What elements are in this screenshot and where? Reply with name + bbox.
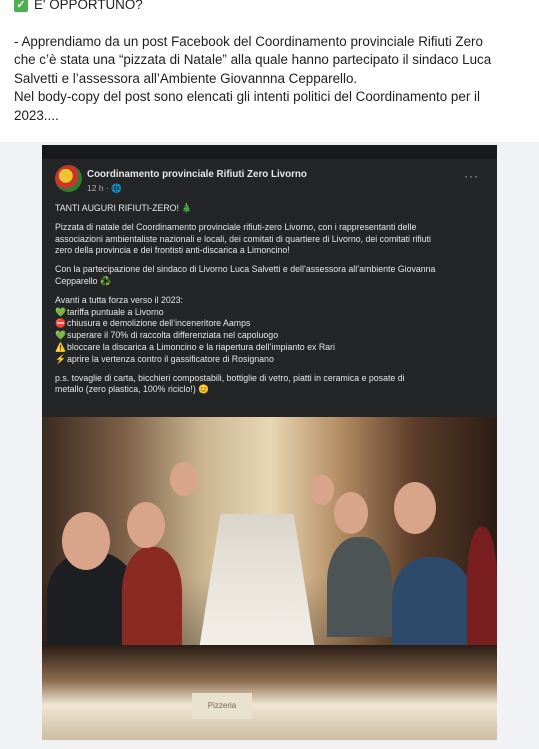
bottom-border — [0, 740, 539, 749]
post-paragraph-2: Con la partecipazione del sindaco di Liv… — [55, 264, 483, 288]
photo-person — [127, 502, 165, 548]
photo-person — [392, 557, 472, 647]
post-meta: 12 h · 🌐 — [87, 183, 122, 194]
post-line: zero della provincia e dei frontisti ant… — [55, 245, 290, 256]
intro-heading: ✓ E' OPPORTUNO? — [14, 0, 529, 15]
no-entry-icon: ⛔ — [55, 318, 66, 329]
goal-item: 💚tariffa puntuale a Livorno — [55, 307, 483, 319]
photo-sign: Pizzeria — [192, 693, 252, 719]
check-icon: ✓ — [14, 0, 28, 13]
post-author[interactable]: Coordinamento provinciale Rifiuti Zero L… — [87, 169, 307, 180]
photo-person — [62, 512, 110, 570]
post-top-bar — [42, 145, 497, 159]
post-line: associazioni ambientaliste nazionali e l… — [55, 233, 432, 244]
photo-person — [122, 547, 182, 647]
post-text: TANTI AUGURI RIFIUTI-ZERO! 🎄 Pizzata di … — [55, 203, 483, 403]
goal-text: aprire la vertenza contro il gassificato… — [67, 353, 274, 364]
goal-text: chiusura e demolizione dell’inceneritore… — [67, 318, 251, 329]
post-line: p.s. tovaglie di carta, bicchieri compos… — [55, 372, 405, 383]
post-photo-dinner[interactable] — [42, 417, 497, 653]
post-time[interactable]: 12 h · — [87, 183, 111, 193]
globe-icon: 🌐 — [111, 183, 122, 193]
intro-line: che c’è stata una “pizzata di Natale” al… — [14, 52, 492, 67]
goal-item: ⚡aprire la vertenza contro il gassificat… — [55, 354, 483, 366]
intro-body: - Apprendiamo da un post Facebook del Co… — [14, 33, 529, 126]
goal-item: ⚠️bloccare la discarica a Limoncino e la… — [55, 342, 483, 354]
intro-heading-text: E' OPPORTUNO? — [34, 0, 143, 12]
photo-table — [198, 513, 316, 653]
lightning-icon: ⚡ — [55, 353, 66, 364]
post-line: metallo (zero plastica, 100% riciclo!) 😊 — [55, 384, 210, 395]
goal-item: ⛔chiusura e demolizione dell’inceneritor… — [55, 318, 483, 330]
goal-text: tariffa puntuale a Livorno — [67, 306, 164, 317]
intro-text: ✓ E' OPPORTUNO? - Apprendiamo da un post… — [14, 0, 529, 125]
post-line: Con la partecipazione del sindaco di Liv… — [55, 264, 436, 275]
goal-item: 💚superare il 70% di raccolta differenzia… — [55, 330, 483, 342]
warning-icon: ⚠️ — [55, 341, 66, 352]
post-header: Coordinamento provinciale Rifiuti Zero L… — [42, 159, 497, 197]
photo-person — [394, 482, 436, 534]
post-paragraph-1: Pizzata di natale del Coordinamento prov… — [55, 222, 483, 257]
photo-person — [310, 475, 334, 505]
post-goals: Avanti a tutta forza verso il 2023: 💚tar… — [55, 295, 483, 366]
intro-line: 2023.... — [14, 107, 59, 123]
photo-person — [334, 492, 368, 534]
intro-line: Salvetti e l’assessora all’Ambiente Giov… — [14, 70, 358, 86]
goals-title: Avanti a tutta forza verso il 2023: — [55, 294, 183, 305]
goal-text: superare il 70% di raccolta differenziat… — [67, 330, 279, 341]
intro-line: - Apprendiamo da un post Facebook del Co… — [14, 33, 483, 49]
photo-person — [170, 462, 198, 496]
post-line: Cepparello ♻️ — [55, 275, 111, 286]
facebook-post: Coordinamento provinciale Rifiuti Zero L… — [42, 145, 497, 745]
photo-person — [327, 537, 392, 637]
more-options-icon[interactable]: ··· — [464, 169, 479, 183]
post-photo-second[interactable]: Pizzeria — [42, 645, 497, 745]
green-heart-icon: 💚 — [55, 330, 66, 341]
green-heart-icon: 💚 — [55, 306, 66, 317]
page-avatar[interactable] — [55, 165, 82, 192]
post-ps: p.s. tovaglie di carta, bicchieri compos… — [55, 373, 483, 397]
goal-text: bloccare la discarica a Limoncino e la r… — [67, 341, 335, 352]
photo-person — [467, 527, 497, 645]
post-greeting: TANTI AUGURI RIFIUTI-ZERO! 🎄 — [55, 203, 193, 213]
post-line: Pizzata di natale del Coordinamento prov… — [55, 221, 417, 232]
intro-line: Nel body-copy del post sono elencati gli… — [14, 89, 480, 104]
